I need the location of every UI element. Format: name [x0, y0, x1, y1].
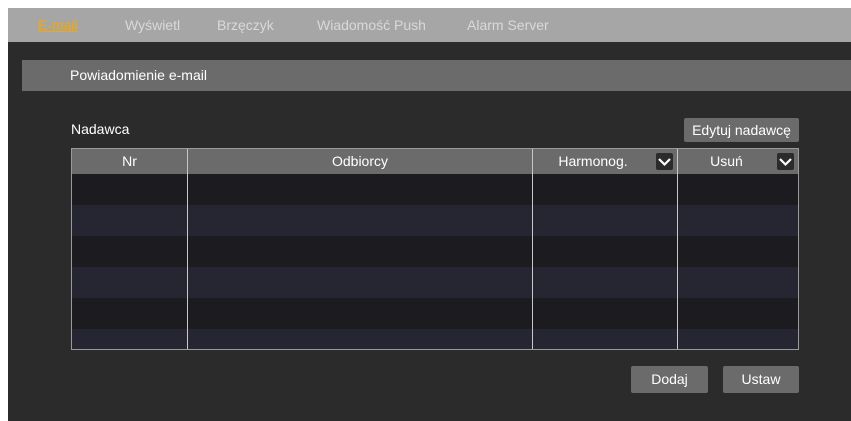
sender-label: Nadawca: [71, 121, 130, 137]
tab-alarm-server[interactable]: Alarm Server: [467, 17, 549, 33]
tab-push-message[interactable]: Wiadomość Push: [317, 17, 426, 33]
table-row: [72, 298, 798, 329]
recipients-table: Nr Odbiorcy Harmonog. Usuń: [71, 148, 799, 350]
email-settings-panel: E-mail Wyświetl Brzęczyk Wiadomość Push …: [8, 8, 851, 421]
column-header-nr: Nr: [122, 153, 137, 169]
column-header-delete: Usuń: [710, 153, 743, 169]
column-header-recipients: Odbiorcy: [331, 153, 389, 169]
edit-sender-button[interactable]: Edytuj nadawcę: [684, 118, 799, 142]
chevron-down-icon[interactable]: [777, 153, 794, 170]
table-header: Nr Odbiorcy Harmonog. Usuń: [72, 149, 798, 174]
table-row: [72, 174, 798, 205]
set-button[interactable]: Ustaw: [723, 366, 799, 393]
chevron-down-icon[interactable]: [656, 153, 673, 170]
column-divider: [187, 149, 188, 349]
section-header: Powiadomienie e-mail: [22, 60, 851, 91]
column-header-schedule: Harmonog.: [558, 153, 628, 169]
tab-email[interactable]: E-mail: [38, 17, 78, 33]
table-row: [72, 236, 798, 267]
table-row: [72, 205, 798, 236]
table-row: [72, 329, 798, 349]
tab-bar: E-mail Wyświetl Brzęczyk Wiadomość Push …: [8, 8, 851, 42]
add-button[interactable]: Dodaj: [631, 366, 708, 393]
table-row: [72, 267, 798, 298]
tab-display[interactable]: Wyświetl: [125, 17, 180, 33]
tab-buzzer[interactable]: Brzęczyk: [217, 17, 274, 33]
column-divider: [532, 149, 533, 349]
column-divider: [677, 149, 678, 349]
section-title: Powiadomienie e-mail: [70, 67, 207, 83]
